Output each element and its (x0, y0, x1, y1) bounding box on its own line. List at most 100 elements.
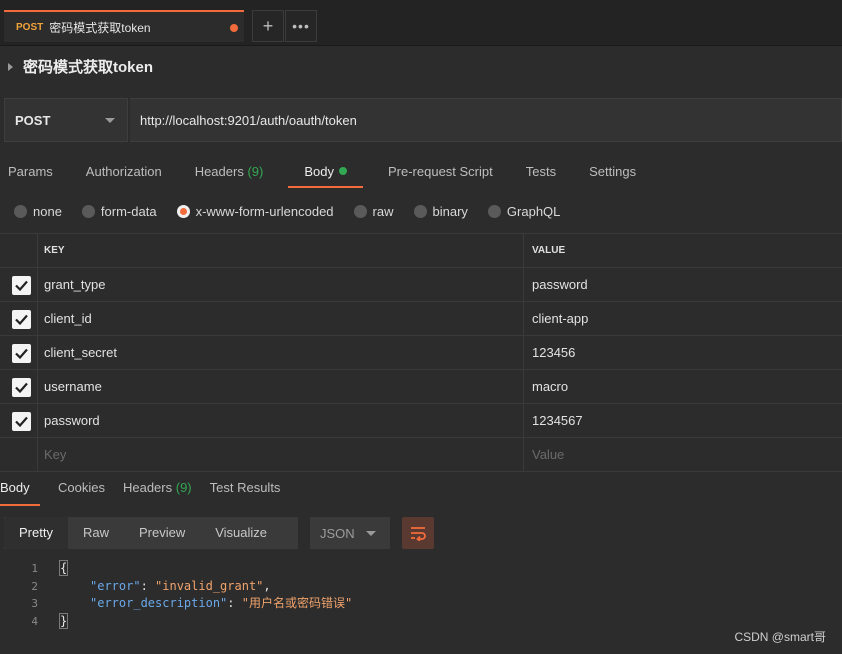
tab-body[interactable]: Body (288, 160, 363, 188)
code-line: 4 } (0, 612, 842, 631)
tab-tests[interactable]: Tests (518, 160, 564, 188)
params-table: KEY VALUE grant_type password client_id … (0, 233, 842, 472)
tab-label: Tests (525, 164, 557, 179)
radio-label: x-www-form-urlencoded (195, 203, 334, 219)
tab-label: Headers (122, 480, 173, 495)
new-key-input[interactable]: Key (38, 438, 524, 471)
format-raw[interactable]: Raw (68, 517, 124, 549)
radio-raw[interactable]: raw (353, 204, 394, 219)
value-cell[interactable]: password (524, 268, 842, 301)
close-brace: } (58, 612, 69, 629)
tab-options-button[interactable]: ••• (285, 10, 317, 42)
response-body-code[interactable]: 1 { 2 "error": "invalid_grant", 3 "error… (0, 560, 842, 630)
radio-circle (81, 204, 95, 218)
language-select[interactable]: JSON (310, 517, 390, 549)
request-title[interactable]: 密码模式获取token (8, 56, 153, 77)
radio-binary[interactable]: binary (413, 203, 468, 219)
code-line: 3 "error_description": "用户名或密码错误" (0, 595, 842, 613)
radio-form-data[interactable]: form-data (81, 204, 157, 219)
chevron-down-icon (105, 118, 115, 123)
radio-label: GraphQL (506, 203, 561, 219)
radio-label: binary (432, 203, 468, 219)
response-tab-test-results[interactable]: Test Results (210, 478, 281, 506)
tab-params[interactable]: Params (0, 160, 61, 188)
tab-pre-request-script[interactable]: Pre-request Script (380, 160, 501, 188)
language-label: JSON (320, 525, 355, 541)
caret-right-icon (8, 62, 13, 71)
tab-label: Settings (589, 164, 637, 179)
checkbox-cell (0, 438, 38, 471)
radio-x-www-form-urlencoded[interactable]: x-www-form-urlencoded (176, 203, 334, 219)
code-text: "error_description": "用户名或密码错误" (90, 595, 352, 613)
check-icon (15, 382, 28, 393)
request-tab-method: POST (16, 21, 44, 33)
row-checkbox[interactable] (12, 412, 31, 431)
radio-circle (353, 204, 367, 218)
code-text: { (58, 560, 69, 578)
url-input[interactable]: http://localhost:9201/auth/oauth/token (130, 98, 842, 142)
key-cell[interactable]: password (38, 404, 524, 437)
headers-count: (9) (247, 164, 264, 179)
json-colon: : (140, 578, 156, 593)
row-checkbox[interactable] (12, 276, 31, 295)
tab-headers[interactable]: Headers (9) (187, 160, 272, 188)
table-row: username macro (0, 370, 842, 404)
value-cell[interactable]: 1234567 (524, 404, 842, 437)
request-tabs: Params Authorization Headers (9) Body Pr… (0, 160, 661, 190)
table-row: grant_type password (0, 268, 842, 302)
row-checkbox[interactable] (12, 344, 31, 363)
check-icon (15, 280, 28, 291)
key-cell[interactable]: client_secret (38, 336, 524, 369)
line-number: 1 (31, 562, 38, 575)
more-icon: ••• (292, 18, 310, 34)
new-tab-button[interactable]: + (252, 10, 284, 42)
header-checkbox-cell (0, 234, 38, 267)
key-cell[interactable]: client_id (38, 302, 524, 335)
format-visualize[interactable]: Visualize (200, 517, 282, 549)
radio-circle (413, 204, 427, 218)
checkbox-cell (0, 336, 38, 369)
method-label: POST (15, 112, 51, 128)
radio-circle (487, 204, 501, 218)
value-cell[interactable]: client-app (524, 302, 842, 335)
json-key: "error" (90, 578, 141, 593)
tab-settings[interactable]: Settings (581, 160, 644, 188)
format-preview[interactable]: Preview (124, 517, 200, 549)
tab-authorization[interactable]: Authorization (78, 160, 170, 188)
line-number: 2 (31, 579, 38, 593)
new-value-input[interactable]: Value (524, 438, 842, 471)
key-cell[interactable]: username (38, 370, 524, 403)
tab-label: Cookies (58, 480, 105, 495)
watermark: CSDN @smart哥 (734, 630, 826, 644)
response-tab-cookies[interactable]: Cookies (58, 478, 105, 506)
json-colon: : (227, 596, 242, 610)
table-row: client_secret 123456 (0, 336, 842, 370)
json-trail: , (263, 578, 271, 593)
tab-label: Authorization (85, 164, 162, 179)
code-line: 2 "error": "invalid_grant", (0, 578, 842, 596)
radio-graphql[interactable]: GraphQL (487, 203, 561, 219)
response-tab-body[interactable]: Body (0, 478, 40, 506)
tab-label: Test Results (209, 480, 281, 495)
method-select[interactable]: POST (4, 98, 128, 142)
table-header: KEY VALUE (0, 234, 842, 268)
radio-label: none (33, 203, 62, 219)
response-tab-headers[interactable]: Headers (9) (123, 478, 192, 506)
value-cell[interactable]: macro (524, 370, 842, 403)
row-checkbox[interactable] (12, 378, 31, 397)
format-toggle-group: Pretty Raw Preview Visualize (4, 517, 298, 549)
key-cell[interactable]: grant_type (38, 268, 524, 301)
request-tab[interactable]: POST 密码模式获取token (4, 10, 244, 42)
format-pretty[interactable]: Pretty (4, 517, 68, 549)
value-cell[interactable]: 123456 (524, 336, 842, 369)
page-title: 密码模式获取token (23, 59, 154, 76)
wrap-lines-button[interactable] (402, 517, 434, 549)
row-checkbox[interactable] (12, 310, 31, 329)
table-row: password 1234567 (0, 404, 842, 438)
request-tab-name: 密码模式获取token (49, 20, 151, 35)
radio-none[interactable]: none (14, 204, 62, 219)
wrap-icon (411, 527, 426, 541)
line-number: 3 (31, 597, 38, 610)
tab-label: Params (8, 164, 53, 179)
open-brace: { (58, 560, 69, 576)
